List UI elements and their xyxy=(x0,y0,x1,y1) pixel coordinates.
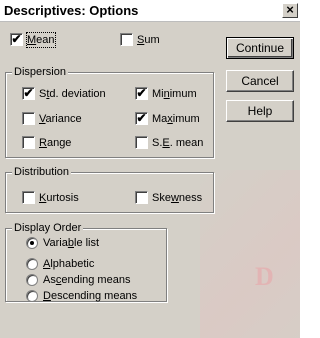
std-deviation-check: ✔ xyxy=(22,87,35,100)
kurtosis-label: Kurtosis xyxy=(39,192,79,204)
variance-label: Variance xyxy=(39,113,82,125)
descending-means-label: Descending means xyxy=(43,290,138,302)
distribution-legend: Distribution xyxy=(12,165,72,179)
window-title: Descriptives: Options xyxy=(4,3,139,18)
skewness-label: Skewness xyxy=(152,192,203,204)
checkmark-icon: ✔ xyxy=(11,32,22,46)
maximum-label: Maximum xyxy=(152,113,200,125)
sum-label: Sum xyxy=(137,34,160,46)
radio-dot-icon xyxy=(30,241,34,245)
close-icon: × xyxy=(286,2,294,17)
close-button[interactable]: × xyxy=(282,3,298,18)
alphabetic-radio-circle xyxy=(26,258,38,270)
dispersion-legend: Dispersion xyxy=(12,65,68,79)
descriptives-options-dialog: D Descriptives: Options × ✔ Mean Sum Dis… xyxy=(0,0,300,338)
checkmark-icon: ✔ xyxy=(136,111,147,125)
ascending-means-radio-circle xyxy=(26,274,38,286)
alphabetic-label: Alphabetic xyxy=(43,258,95,270)
background-watermark: D xyxy=(255,262,274,291)
range-label: Range xyxy=(39,137,72,149)
kurtosis-check xyxy=(22,191,35,204)
display-order-legend: Display Order xyxy=(12,221,84,235)
mean-label: Mean xyxy=(26,32,56,48)
ascending-means-label: Ascending means xyxy=(43,274,131,286)
range-check xyxy=(22,136,35,149)
cancel-button[interactable]: Cancel xyxy=(226,70,294,92)
checkmark-icon: ✔ xyxy=(136,86,147,100)
variance-check xyxy=(22,112,35,125)
sum-check xyxy=(120,33,133,46)
continue-button[interactable]: Continue xyxy=(226,37,294,59)
minimum-label: Minimum xyxy=(152,88,197,100)
skewness-check xyxy=(135,191,148,204)
checkmark-icon: ✔ xyxy=(23,86,34,100)
se-mean-check xyxy=(135,136,148,149)
title-bar: Descriptives: Options × xyxy=(0,0,300,22)
descending-means-radio-circle xyxy=(26,290,38,302)
help-button[interactable]: Help xyxy=(226,100,294,122)
variable-list-label: Variable list xyxy=(43,237,100,249)
background-decoration xyxy=(200,170,300,338)
maximum-check: ✔ xyxy=(135,112,148,125)
minimum-check: ✔ xyxy=(135,87,148,100)
std-deviation-label: Std. deviation xyxy=(39,88,106,100)
mean-check: ✔ xyxy=(10,33,23,46)
variable-list-radio-circle xyxy=(26,237,38,249)
se-mean-label: S.E. mean xyxy=(152,137,204,149)
